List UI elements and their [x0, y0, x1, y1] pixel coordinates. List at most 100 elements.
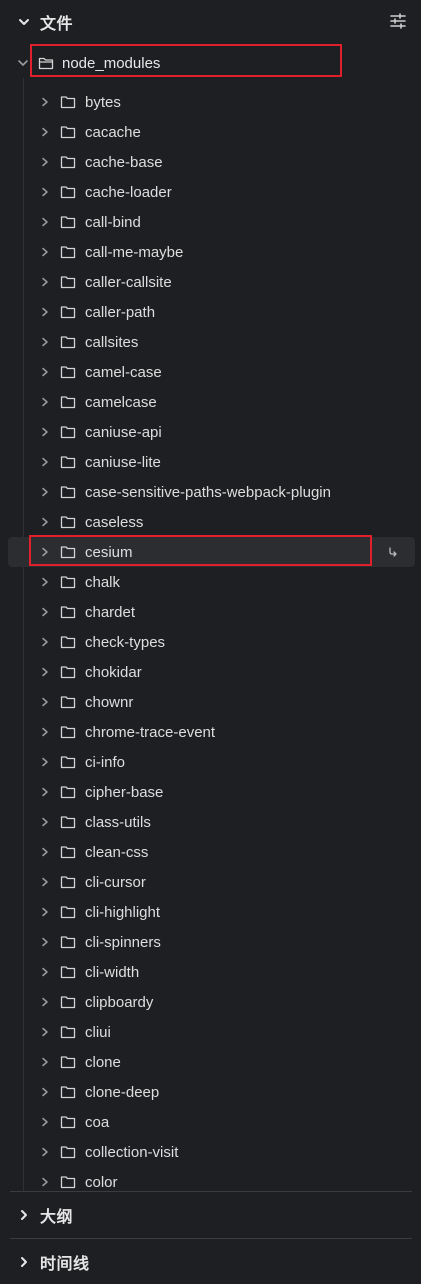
files-section-title: 文件	[40, 14, 74, 33]
folder-icon	[60, 515, 76, 529]
timeline-section-header[interactable]: 时间线	[0, 1240, 421, 1284]
tree-item-call-bind[interactable]: call-bind	[0, 207, 421, 237]
tree-item-cacache[interactable]: cacache	[0, 117, 421, 147]
folder-icon	[60, 725, 76, 739]
chevron-right-icon	[40, 757, 50, 767]
tree-item-call-me-maybe[interactable]: call-me-maybe	[0, 237, 421, 267]
folder-icon	[60, 755, 76, 769]
tree-item-chrome-trace-event[interactable]: chrome-trace-event	[0, 717, 421, 747]
tree-item-cache-loader[interactable]: cache-loader	[0, 177, 421, 207]
tree-item-label: call-me-maybe	[85, 243, 184, 261]
chevron-right-icon	[40, 517, 50, 527]
tree-item-label: cache-loader	[85, 183, 172, 201]
tree-item-label: cacache	[85, 123, 141, 141]
filter-settings-icon[interactable]	[389, 12, 407, 30]
tree-item-caller-path[interactable]: caller-path	[0, 297, 421, 327]
tree-item-caniuse-lite[interactable]: caniuse-lite	[0, 447, 421, 477]
folder-open-icon	[38, 56, 54, 70]
folder-icon	[60, 335, 76, 349]
tree-item-cache-base[interactable]: cache-base	[0, 147, 421, 177]
folder-icon	[60, 305, 76, 319]
chevron-right-icon	[40, 937, 50, 947]
tree-item-chokidar[interactable]: chokidar	[0, 657, 421, 687]
tree-item-caseless[interactable]: caseless	[0, 507, 421, 537]
tree-item-label: caseless	[85, 513, 144, 531]
section-divider	[10, 1238, 412, 1239]
folder-icon	[60, 545, 76, 559]
folder-icon	[60, 185, 76, 199]
tree-item-label: cesium	[85, 543, 133, 561]
tree-item-chownr[interactable]: chownr	[0, 687, 421, 717]
tree-item-label: caller-callsite	[85, 273, 172, 291]
chevron-right-icon	[40, 847, 50, 857]
tree-item-label: clipboardy	[85, 993, 154, 1011]
chevron-right-icon	[40, 157, 50, 167]
reveal-arrow-icon[interactable]	[387, 546, 399, 558]
tree-item-callsites[interactable]: callsites	[0, 327, 421, 357]
tree-item-case-sensitive-paths-webpack-plugin[interactable]: case-sensitive-paths-webpack-plugin	[0, 477, 421, 507]
tree-item-camelcase[interactable]: camelcase	[0, 387, 421, 417]
folder-icon	[60, 1115, 76, 1129]
tree-item-label: ci-info	[85, 753, 126, 771]
tree-item-label: chrome-trace-event	[85, 723, 216, 741]
chevron-right-icon	[40, 907, 50, 917]
tree-item-cesium[interactable]: cesium	[8, 537, 415, 567]
tree-item-chalk[interactable]: chalk	[0, 567, 421, 597]
folder-icon	[60, 845, 76, 859]
tree-item-cli-cursor[interactable]: cli-cursor	[0, 867, 421, 897]
chevron-right-icon	[18, 1256, 30, 1268]
folder-icon	[60, 605, 76, 619]
files-section-header[interactable]: 文件	[0, 0, 421, 44]
chevron-right-icon	[40, 127, 50, 137]
tree-item-class-utils[interactable]: class-utils	[0, 807, 421, 837]
folder-icon	[60, 125, 76, 139]
chevron-right-icon	[40, 1057, 50, 1067]
folder-icon	[60, 995, 76, 1009]
tree-item-collection-visit[interactable]: collection-visit	[0, 1137, 421, 1167]
tree-item-label: caniuse-lite	[85, 453, 161, 471]
tree-item-coa[interactable]: coa	[0, 1107, 421, 1137]
tree-item-label: caniuse-api	[85, 423, 162, 441]
chevron-right-icon	[40, 997, 50, 1007]
chevron-right-icon	[40, 247, 50, 257]
chevron-right-icon	[40, 97, 50, 107]
tree-item-cipher-base[interactable]: cipher-base	[0, 777, 421, 807]
tree-item-caniuse-api[interactable]: caniuse-api	[0, 417, 421, 447]
folder-icon	[60, 785, 76, 799]
tree-item-label: coa	[85, 1113, 110, 1131]
chevron-right-icon	[40, 577, 50, 587]
tree-item-clone[interactable]: clone	[0, 1047, 421, 1077]
tree-item-cli-width[interactable]: cli-width	[0, 957, 421, 987]
tree-item-camel-case[interactable]: camel-case	[0, 357, 421, 387]
tree-item-label: clone	[85, 1053, 121, 1071]
tree-item-check-types[interactable]: check-types	[0, 627, 421, 657]
chevron-right-icon	[40, 427, 50, 437]
outline-section-header[interactable]: 大纲	[0, 1193, 421, 1237]
chevron-right-icon	[40, 1087, 50, 1097]
tree-item-bytes[interactable]: bytes	[0, 87, 421, 117]
tree-item-clean-css[interactable]: clean-css	[0, 837, 421, 867]
tree-item-node-modules[interactable]: node_modules	[0, 48, 421, 78]
timeline-section-title: 时间线	[40, 1254, 90, 1273]
tree-item-label: class-utils	[85, 813, 151, 831]
folder-icon	[60, 215, 76, 229]
folder-icon	[60, 365, 76, 379]
folder-icon	[60, 935, 76, 949]
tree-item-label: check-types	[85, 633, 166, 651]
tree-item-label: cli-cursor	[85, 873, 146, 891]
folder-icon	[60, 635, 76, 649]
tree-item-color[interactable]: color	[0, 1167, 421, 1192]
tree-item-ci-info[interactable]: ci-info	[0, 747, 421, 777]
tree-item-cli-highlight[interactable]: cli-highlight	[0, 897, 421, 927]
chevron-right-icon	[40, 817, 50, 827]
tree-item-label: camel-case	[85, 363, 162, 381]
chevron-right-icon	[40, 727, 50, 737]
tree-item-clipboardy[interactable]: clipboardy	[0, 987, 421, 1017]
tree-item-caller-callsite[interactable]: caller-callsite	[0, 267, 421, 297]
tree-item-chardet[interactable]: chardet	[0, 597, 421, 627]
tree-item-clone-deep[interactable]: clone-deep	[0, 1077, 421, 1107]
tree-item-cli-spinners[interactable]: cli-spinners	[0, 927, 421, 957]
tree-item-label: cliui	[85, 1023, 111, 1041]
tree-item-cliui[interactable]: cliui	[0, 1017, 421, 1047]
folder-icon	[60, 875, 76, 889]
